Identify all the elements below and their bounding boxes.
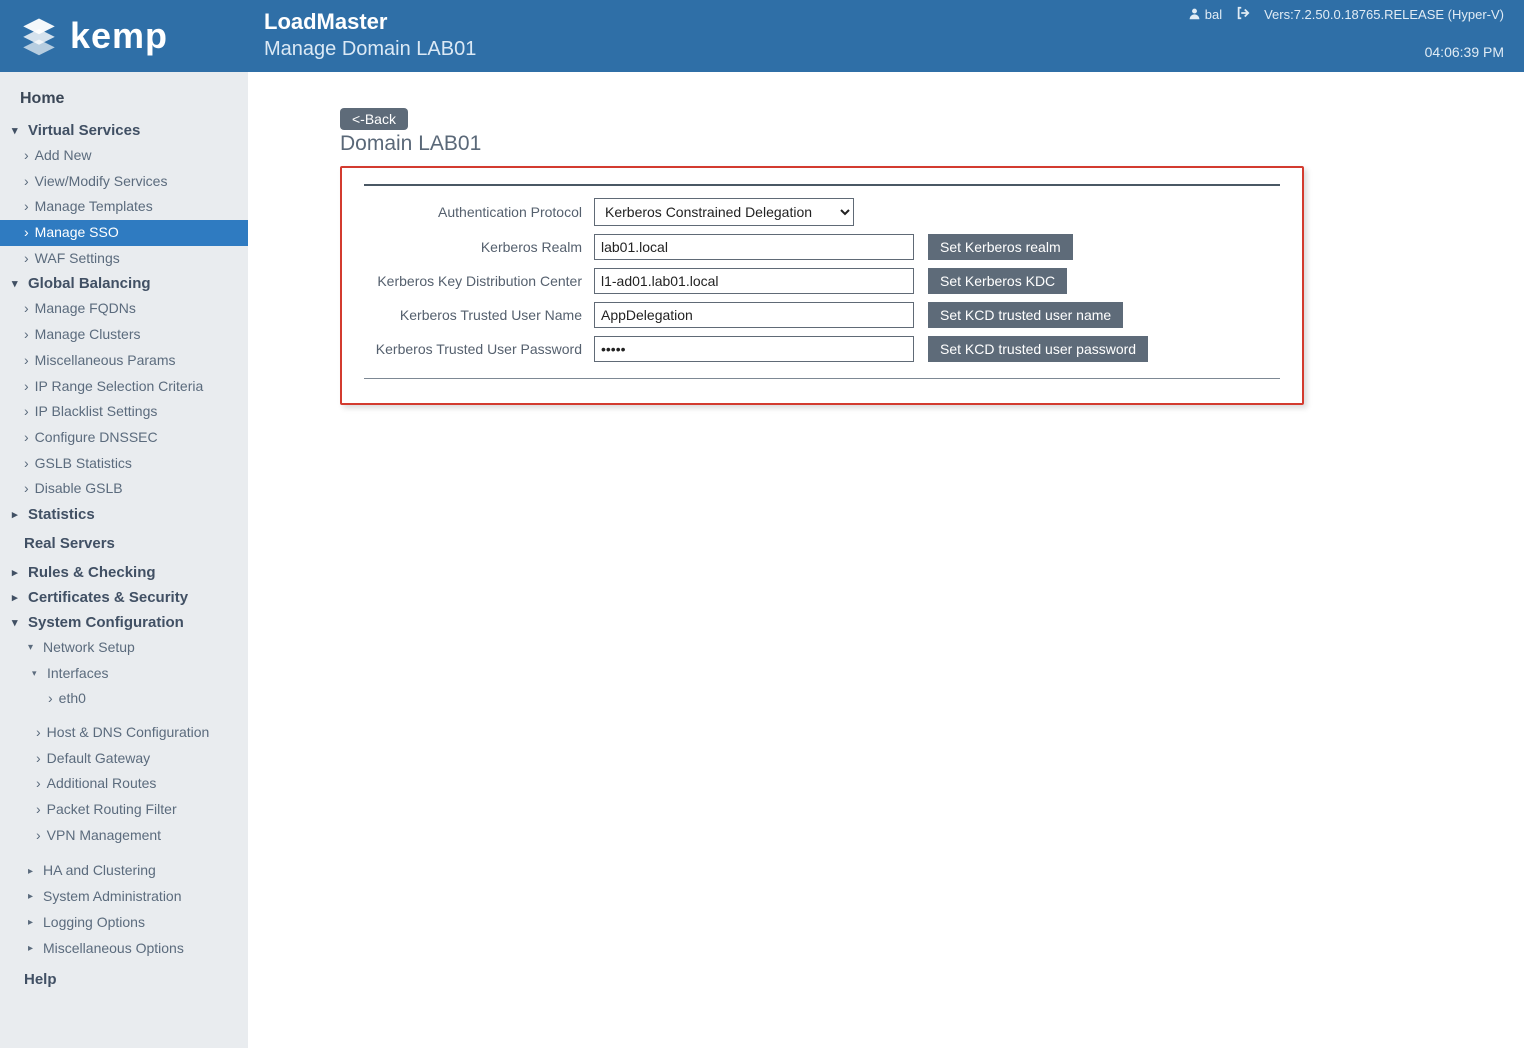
button-set-trusted-password[interactable]: Set KCD trusted user password (928, 336, 1148, 362)
sidebar-item-ha-clustering[interactable]: ▸ HA and Clustering (0, 858, 248, 884)
sidebar-item-additional-routes[interactable]: Additional Routes (0, 771, 248, 797)
sidebar-item-home[interactable]: Home (0, 84, 248, 118)
sidebar-item-host-dns[interactable]: Host & DNS Configuration (0, 720, 248, 746)
logo-text: kemp (70, 15, 168, 57)
row-kerberos-kdc: Kerberos Key Distribution Center Set Ker… (364, 268, 1280, 294)
caret-down-icon: ▾ (12, 277, 24, 290)
sidebar-item-system-administration[interactable]: ▸ System Administration (0, 884, 248, 910)
back-button[interactable]: <-Back (340, 108, 408, 130)
sidebar-section-certs-security[interactable]: ▸ Certificates & Security (0, 585, 248, 610)
logo-zone: kemp (0, 0, 248, 72)
caret-right-icon: ▸ (28, 864, 40, 880)
sidebar-item-gslb-statistics[interactable]: GSLB Statistics (0, 451, 248, 477)
caret-down-icon: ▾ (32, 667, 44, 681)
row-trusted-password: Kerberos Trusted User Password Set KCD t… (364, 336, 1280, 362)
sidebar: Home ▾ Virtual Services Add New View/Mod… (0, 72, 248, 1048)
sidebar-item-manage-fqdns[interactable]: Manage FQDNs (0, 296, 248, 322)
header-version: Vers:7.2.50.0.18765.RELEASE (Hyper-V) (1264, 7, 1504, 22)
sidebar-item-ip-blacklist[interactable]: IP Blacklist Settings (0, 399, 248, 425)
logo[interactable]: kemp (18, 15, 168, 57)
label-auth-protocol: Authentication Protocol (364, 204, 594, 220)
sidebar-item-disable-gslb[interactable]: Disable GSLB (0, 476, 248, 502)
sidebar-item-manage-clusters[interactable]: Manage Clusters (0, 322, 248, 348)
label-trusted-password: Kerberos Trusted User Password (364, 341, 594, 357)
sidebar-item-manage-templates[interactable]: Manage Templates (0, 194, 248, 220)
domain-title: Domain LAB01 (340, 132, 1508, 156)
sidebar-item-default-gateway[interactable]: Default Gateway (0, 746, 248, 772)
sidebar-section-statistics[interactable]: ▸ Statistics (0, 502, 248, 527)
divider-bottom (364, 378, 1280, 379)
caret-right-icon: ▸ (28, 915, 40, 931)
sidebar-item-help[interactable]: Help (0, 961, 248, 998)
input-kerberos-kdc[interactable] (594, 268, 914, 294)
sidebar-item-logging-options[interactable]: ▸ Logging Options (0, 910, 248, 936)
divider-top (364, 184, 1280, 186)
page-subtitle: Manage Domain LAB01 (264, 35, 1504, 63)
sidebar-item-network-setup[interactable]: ▾ Network Setup (0, 635, 248, 661)
header-bar: kemp LoadMaster Manage Domain LAB01 bal … (0, 0, 1524, 72)
button-set-kerberos-kdc[interactable]: Set Kerberos KDC (928, 268, 1067, 294)
input-kerberos-realm[interactable] (594, 234, 914, 260)
caret-right-icon: ▸ (28, 889, 40, 905)
header-right: bal Vers:7.2.50.0.18765.RELEASE (Hyper-V… (1188, 6, 1504, 23)
sidebar-section-rules-checking[interactable]: ▸ Rules & Checking (0, 560, 248, 585)
sidebar-section-global-balancing[interactable]: ▾ Global Balancing (0, 271, 248, 296)
row-trusted-user: Kerberos Trusted User Name Set KCD trust… (364, 302, 1280, 328)
input-trusted-password[interactable] (594, 336, 914, 362)
caret-down-icon: ▾ (28, 640, 40, 656)
select-auth-protocol[interactable]: Kerberos Constrained Delegation (594, 198, 854, 226)
content-area: <-Back Domain LAB01 Authentication Proto… (248, 72, 1524, 1048)
row-kerberos-realm: Kerberos Realm Set Kerberos realm (364, 234, 1280, 260)
sidebar-item-configure-dnssec[interactable]: Configure DNSSEC (0, 425, 248, 451)
caret-down-icon: ▾ (12, 124, 24, 137)
caret-right-icon: ▸ (28, 941, 40, 957)
button-set-trusted-user[interactable]: Set KCD trusted user name (928, 302, 1123, 328)
input-trusted-user[interactable] (594, 302, 914, 328)
caret-right-icon: ▸ (12, 508, 24, 521)
header-clock: 04:06:39 PM (1425, 44, 1504, 60)
sidebar-item-ip-range-selection[interactable]: IP Range Selection Criteria (0, 374, 248, 400)
caret-right-icon: ▸ (12, 566, 24, 579)
label-trusted-user: Kerberos Trusted User Name (364, 307, 594, 323)
header-user[interactable]: bal (1188, 7, 1222, 23)
sidebar-item-interfaces[interactable]: ▾ Interfaces (0, 661, 248, 687)
caret-down-icon: ▾ (12, 616, 24, 629)
caret-right-icon: ▸ (12, 591, 24, 604)
header-user-name: bal (1205, 7, 1222, 22)
user-icon (1188, 7, 1201, 23)
sidebar-item-eth0[interactable]: eth0 (0, 686, 248, 712)
label-kerberos-realm: Kerberos Realm (364, 239, 594, 255)
sidebar-item-misc-params[interactable]: Miscellaneous Params (0, 348, 248, 374)
sidebar-item-waf-settings[interactable]: WAF Settings (0, 246, 248, 272)
sidebar-item-add-new[interactable]: Add New (0, 143, 248, 169)
header-main: LoadMaster Manage Domain LAB01 bal Vers:… (248, 0, 1524, 72)
row-auth-protocol: Authentication Protocol Kerberos Constra… (364, 198, 1280, 226)
logout-icon[interactable] (1236, 6, 1250, 23)
sidebar-item-miscellaneous-options[interactable]: ▸ Miscellaneous Options (0, 936, 248, 962)
button-set-kerberos-realm[interactable]: Set Kerberos realm (928, 234, 1073, 260)
kemp-logo-icon (18, 15, 60, 57)
sidebar-item-vpn-management[interactable]: VPN Management (0, 823, 248, 849)
config-box: Authentication Protocol Kerberos Constra… (340, 166, 1304, 405)
sidebar-item-real-servers[interactable]: Real Servers (0, 527, 248, 560)
sidebar-item-view-modify-services[interactable]: View/Modify Services (0, 169, 248, 195)
sidebar-section-virtual-services[interactable]: ▾ Virtual Services (0, 118, 248, 143)
sidebar-item-packet-routing-filter[interactable]: Packet Routing Filter (0, 797, 248, 823)
label-kerberos-kdc: Kerberos Key Distribution Center (364, 273, 594, 289)
sidebar-item-manage-sso[interactable]: Manage SSO (0, 220, 248, 246)
sidebar-section-system-configuration[interactable]: ▾ System Configuration (0, 610, 248, 635)
